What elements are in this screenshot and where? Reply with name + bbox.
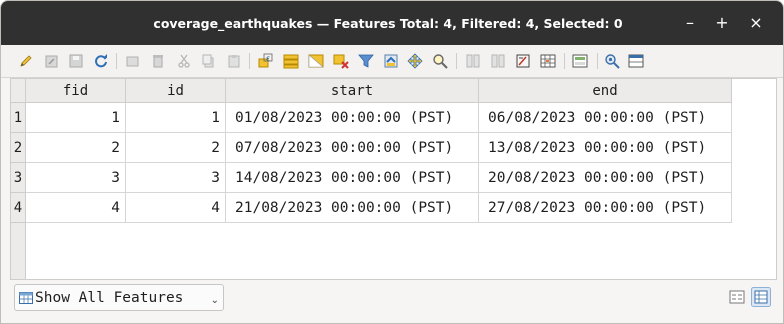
delete-field-icon[interactable] <box>490 53 506 69</box>
attribute-table[interactable]: fid id start end 1 1 1 01/08/2023 00:00:… <box>10 78 777 280</box>
column-header-fid[interactable]: fid <box>26 79 126 103</box>
organize-columns-icon[interactable] <box>628 53 644 69</box>
actions-icon[interactable] <box>604 53 620 69</box>
toolbar-separator <box>564 53 565 69</box>
toolbar-separator <box>249 53 250 69</box>
feature-filter-combo[interactable]: Show All Features ⌄ <box>14 284 224 311</box>
zoom-to-selection-icon[interactable] <box>432 53 448 69</box>
select-all-icon[interactable] <box>283 53 299 69</box>
delete-feature-icon[interactable] <box>150 53 166 69</box>
toolbar-separator <box>456 53 457 69</box>
cell-id[interactable]: 4 <box>126 193 226 223</box>
row-header[interactable]: 4 <box>11 193 26 223</box>
form-view-icon[interactable] <box>727 287 747 307</box>
cell-start[interactable]: 14/08/2023 00:00:00 (PST) <box>226 163 479 193</box>
multi-edit-icon[interactable] <box>44 53 60 69</box>
reload-icon[interactable] <box>93 53 109 69</box>
cell-end[interactable]: 20/08/2023 00:00:00 (PST) <box>479 163 732 193</box>
chevron-down-icon: ⌄ <box>210 295 219 306</box>
cell-fid[interactable]: 4 <box>26 193 126 223</box>
window-title: coverage_earthquakes — Features Total: 4… <box>153 15 623 31</box>
row-header[interactable]: 1 <box>11 103 26 133</box>
pan-to-selection-icon[interactable] <box>407 53 423 69</box>
cell-end[interactable]: 13/08/2023 00:00:00 (PST) <box>479 133 732 163</box>
deselect-all-icon[interactable] <box>333 53 349 69</box>
cell-end[interactable]: 06/08/2023 00:00:00 (PST) <box>479 103 732 133</box>
close-button[interactable]: × <box>746 13 766 33</box>
row-header[interactable]: 3 <box>11 163 26 193</box>
save-edits-icon[interactable] <box>68 53 84 69</box>
maximize-button[interactable]: + <box>712 13 732 33</box>
svg-text:ε: ε <box>266 54 270 63</box>
table-icon <box>19 292 33 304</box>
minimize-button[interactable]: – <box>680 13 700 33</box>
row-header[interactable]: 2 <box>11 133 26 163</box>
cell-start[interactable]: 07/08/2023 00:00:00 (PST) <box>226 133 479 163</box>
cell-start[interactable]: 21/08/2023 00:00:00 (PST) <box>226 193 479 223</box>
cell-end[interactable]: 27/08/2023 00:00:00 (PST) <box>479 193 732 223</box>
new-field-icon[interactable] <box>465 53 481 69</box>
cell-id[interactable]: 3 <box>126 163 226 193</box>
bottom-bar: Show All Features ⌄ <box>1 281 783 323</box>
toolbar-separator <box>597 53 598 69</box>
row-header-filler <box>11 223 26 279</box>
cell-fid[interactable]: 3 <box>26 163 126 193</box>
move-selection-to-top-icon[interactable] <box>383 53 399 69</box>
table-corner[interactable] <box>11 79 26 103</box>
dock-table-icon[interactable] <box>572 53 588 69</box>
field-calculator-icon[interactable] <box>515 53 531 69</box>
cut-icon[interactable] <box>176 53 192 69</box>
invert-selection-icon[interactable] <box>308 53 324 69</box>
conditional-formatting-icon[interactable] <box>540 53 556 69</box>
add-feature-icon[interactable] <box>125 53 141 69</box>
column-header-start[interactable]: start <box>226 79 479 103</box>
cell-id[interactable]: 2 <box>126 133 226 163</box>
column-header-id[interactable]: id <box>126 79 226 103</box>
filter-select-icon[interactable] <box>358 53 374 69</box>
attribute-table-window: coverage_earthquakes — Features Total: 4… <box>0 0 784 324</box>
toolbar-separator <box>116 53 117 69</box>
pencil-icon[interactable] <box>18 53 34 69</box>
table-view-icon[interactable] <box>751 287 771 307</box>
feature-filter-label: Show All Features <box>35 290 184 306</box>
title-bar[interactable]: coverage_earthquakes — Features Total: 4… <box>1 1 783 45</box>
paste-icon[interactable] <box>226 53 242 69</box>
cell-fid[interactable]: 2 <box>26 133 126 163</box>
cell-fid[interactable]: 1 <box>26 103 126 133</box>
column-header-end[interactable]: end <box>479 79 732 103</box>
toolbar: ε <box>1 45 783 78</box>
cell-start[interactable]: 01/08/2023 00:00:00 (PST) <box>226 103 479 133</box>
cell-id[interactable]: 1 <box>126 103 226 133</box>
expression-select-icon[interactable]: ε <box>258 53 274 69</box>
copy-icon[interactable] <box>200 53 216 69</box>
